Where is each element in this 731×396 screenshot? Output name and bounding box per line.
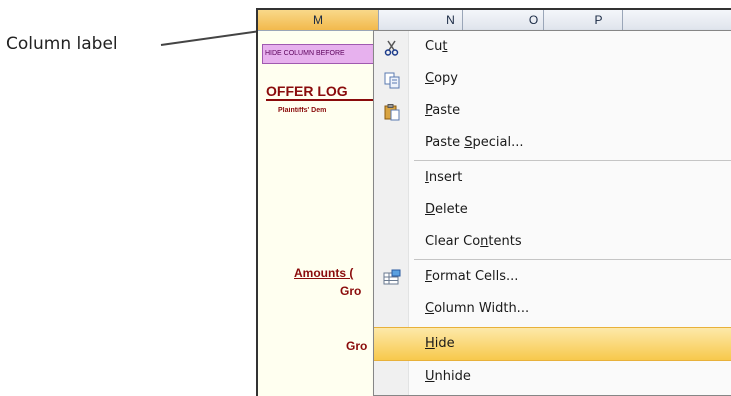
column-label-n: N: [446, 13, 455, 27]
menu-item-hide[interactable]: Hide: [374, 327, 731, 361]
menu-item-label: Copy: [425, 71, 458, 86]
menu-separator: [414, 259, 731, 260]
menu-item-cut[interactable]: Cut: [374, 31, 731, 63]
column-label-p: P: [594, 13, 603, 27]
menu-item-insert[interactable]: Insert: [374, 162, 731, 194]
menu-item-paste-special[interactable]: Paste Special...: [374, 127, 731, 159]
menu-item-label: Hide: [425, 336, 455, 351]
menu-separator: [414, 160, 731, 161]
paste-icon: [383, 102, 401, 121]
column-header-row: M N O P Q: [258, 10, 731, 31]
menu-item-delete[interactable]: Delete: [374, 194, 731, 226]
format-cells-icon: [383, 268, 401, 286]
menu-item-label: Insert: [425, 170, 463, 185]
menu-item-paste[interactable]: Paste: [374, 95, 731, 127]
menu-item-format-cells[interactable]: Format Cells...: [374, 261, 731, 293]
column-header-n[interactable]: N: [379, 10, 463, 30]
menu-item-label: Paste Special...: [425, 135, 524, 150]
column-label-m: M: [313, 13, 323, 27]
plaintiff-demand-label: Plaintiffs' Dem: [278, 107, 327, 114]
scissors-icon: [383, 38, 401, 56]
column-header-q[interactable]: Q: [624, 10, 731, 30]
menu-item-label: Delete: [425, 202, 468, 217]
column-label-o: O: [528, 13, 539, 27]
menu-item-label: Clear Contents: [425, 234, 522, 249]
column-header-p[interactable]: P: [545, 10, 623, 30]
column-header-o[interactable]: O: [464, 10, 544, 30]
column-m-cells[interactable]: HIDE COLUMN BEFORE OFFER LOG Plaintiffs'…: [258, 31, 381, 396]
menu-item-label: Column Width...: [425, 301, 530, 316]
menu-item-unhide[interactable]: Unhide: [374, 361, 731, 393]
menu-item-label: Unhide: [425, 369, 471, 384]
hide-column-cell[interactable]: HIDE COLUMN BEFORE: [262, 44, 380, 64]
menu-item-label: Format Cells...: [425, 269, 519, 284]
menu-item-copy[interactable]: Copy: [374, 63, 731, 95]
offer-log-heading: OFFER LOG: [266, 83, 378, 101]
menu-item-label: Cut: [425, 39, 448, 54]
amounts-label: Amounts (: [294, 266, 354, 280]
menu-item-clear-contents[interactable]: Clear Contents: [374, 226, 731, 258]
menu-item-label: Paste: [425, 103, 461, 118]
context-menu: Cut Copy Paste Paste Special... Insert D…: [373, 30, 731, 396]
column-header-m[interactable]: M: [258, 10, 379, 30]
copy-icon: [383, 70, 401, 89]
callout-label: Column label: [6, 34, 118, 54]
menu-item-column-width[interactable]: Column Width...: [374, 293, 731, 325]
